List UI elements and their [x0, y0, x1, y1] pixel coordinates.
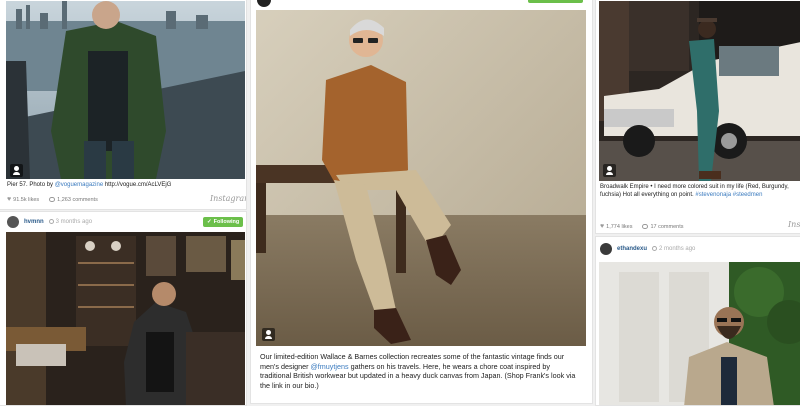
post-card-pier57: Pier 57. Photo by @voguemagazine http://… [0, 0, 247, 210]
post-card-broadwalk: Broadwalk Empire • I need more colored s… [595, 0, 800, 234]
likes-count[interactable]: ♥ 91.5k likes [7, 196, 39, 203]
post-card-ethandexu: ethandexu 2 months ago [595, 236, 800, 406]
truck-photo-art [599, 1, 800, 181]
caption-handle-link[interactable]: @fmuytjens [311, 362, 349, 371]
caption-hashtags[interactable]: #stevenonaja #steedmen [695, 192, 762, 198]
heart-icon: ♥ [7, 196, 12, 203]
tagged-user-icon[interactable] [10, 164, 23, 177]
following-button[interactable]: ✓ Following [203, 217, 244, 227]
time-ago: 3 months ago [48, 218, 93, 226]
instagram-logo[interactable]: Instagram [788, 220, 800, 229]
time-ago: 2 months ago [652, 245, 696, 253]
clock-icon [48, 218, 54, 224]
comment-bubble-icon [49, 197, 56, 202]
tagged-user-icon[interactable] [603, 164, 616, 177]
likes-count[interactable]: ♥ 1,774 likes [600, 223, 632, 230]
caption-url[interactable]: http://vogue.cm/AcLVEjG [103, 182, 172, 188]
post-photo-shop[interactable] [6, 232, 245, 405]
post-photo-building[interactable] [599, 262, 800, 405]
likes-label: 1,774 likes [606, 223, 633, 230]
follow-button-top[interactable] [528, 0, 583, 3]
post-caption: Broadwalk Empire • I need more colored s… [600, 183, 800, 199]
avatar[interactable] [600, 243, 612, 255]
check-icon: ✓ [207, 219, 212, 225]
instagram-logo[interactable]: Instagram [210, 194, 246, 203]
comments-count[interactable]: 1,263 comments [49, 197, 98, 203]
comments-label: 1,263 comments [57, 196, 98, 203]
post-stats: ♥ 1,774 likes 17 comments [600, 223, 683, 230]
avatar[interactable] [257, 0, 271, 7]
following-label: Following [213, 219, 240, 225]
time-ago-label: 2 months ago [659, 246, 696, 253]
tagged-user-icon[interactable] [262, 328, 275, 341]
post-stats: ♥ 91.5k likes 1,263 comments [7, 196, 98, 203]
comments-count[interactable]: 17 comments [642, 224, 683, 230]
post-header: hvmnn 3 months ago [7, 216, 92, 228]
studio-photo-art [256, 10, 586, 346]
building-photo-art [599, 262, 800, 405]
likes-label: 91.5k likes [13, 196, 40, 203]
post-photo-studio[interactable] [256, 10, 586, 346]
shop-photo-art [6, 232, 245, 405]
caption-text: Pier 57. Photo by [7, 182, 55, 188]
heart-icon: ♥ [600, 223, 605, 230]
post-card-hvmnn: hvmnn 3 months ago ✓ Following [0, 211, 247, 406]
post-photo-pier[interactable] [6, 1, 245, 179]
caption-handle-link[interactable]: @voguemagazine [55, 182, 103, 188]
username-link[interactable]: hvmnn [24, 219, 44, 225]
post-header: ethandexu 2 months ago [600, 243, 695, 255]
post-caption: Our limited-edition Wallace & Barnes col… [260, 352, 582, 390]
pier-photo-art [6, 1, 245, 179]
post-caption: Pier 57. Photo by @voguemagazine http://… [7, 181, 245, 189]
time-ago-label: 3 months ago [55, 219, 93, 226]
comment-bubble-icon [642, 224, 649, 229]
post-card-wallace-barnes: Our limited-edition Wallace & Barnes col… [250, 0, 593, 404]
clock-icon [652, 245, 658, 251]
avatar[interactable] [7, 216, 19, 228]
username-link[interactable]: ethandexu [617, 246, 647, 252]
post-photo-truck[interactable] [599, 1, 800, 181]
comments-label: 17 comments [650, 223, 684, 230]
